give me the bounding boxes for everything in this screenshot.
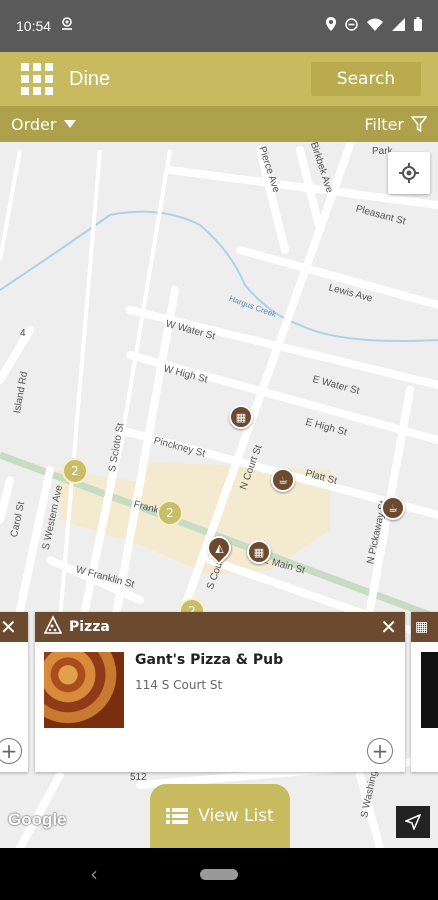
status-bar: 10:54 [0,0,438,52]
building-icon: ▦ [415,619,429,635]
location-status-icon [61,17,73,35]
pizza-icon: ◭ [214,541,224,555]
restaurant-photo [44,652,124,728]
back-icon[interactable]: ‹ [90,862,98,886]
filter-button[interactable]: Filter [364,115,427,134]
status-icons [326,17,422,35]
restaurant-card[interactable]: Pizza ✕ Gant's Pizza & Pub 114 S Court S… [35,612,405,772]
restaurant-photo [421,652,438,728]
restaurant-marker[interactable]: ☕ [381,496,405,520]
next-card[interactable]: ▦ [411,612,438,772]
view-list-label: View List [198,806,274,826]
gps-icon [326,17,336,35]
restaurant-name[interactable]: Gant's Pizza & Pub [135,652,283,668]
route-label: 4 [20,328,26,339]
my-location-button[interactable] [388,152,430,194]
restaurant-address: 114 S Court St [135,678,223,692]
card-header: ✕ [0,612,28,642]
building-icon: ▦ [253,545,265,559]
card-header: ▦ [411,612,438,642]
add-icon[interactable]: + [367,738,393,764]
card-header: Pizza ✕ [35,612,405,642]
card-category: Pizza [69,619,110,635]
google-logo: Google [8,810,67,829]
result-carousel[interactable]: ✕ + Pizza ✕ Gant's Pizza & Pub 114 S Cou… [0,612,438,772]
status-time: 10:54 [16,18,52,34]
filter-label: Filter [364,114,404,134]
search-button[interactable]: Search [311,62,421,96]
page-title: Dine [69,67,111,90]
close-icon[interactable]: ✕ [0,615,17,639]
mug-icon: ☕ [278,473,288,487]
route-label: 512 [130,772,147,783]
crosshair-icon [399,163,419,183]
battery-icon [414,17,422,35]
restaurant-marker[interactable]: ☕ [271,468,295,492]
system-nav-bar: ‹ [0,848,438,900]
map-cluster[interactable]: 2 [157,500,183,526]
building-icon: ▦ [235,410,247,424]
restaurant-marker[interactable]: ▦ [229,405,253,429]
home-pill[interactable] [200,869,238,880]
list-icon [166,808,189,824]
add-icon[interactable]: + [0,738,22,764]
map-cluster[interactable]: 2 [62,458,88,484]
order-dropdown[interactable]: Order [11,114,77,134]
funnel-icon [411,116,427,132]
directions-button[interactable] [396,806,430,838]
close-icon[interactable]: ✕ [380,615,397,639]
coffee-icon: ☕ [388,501,398,515]
order-label: Order [11,114,57,134]
sort-filter-bar: Order Filter [0,106,438,142]
dnd-icon [345,17,358,35]
wifi-icon [367,18,383,35]
caret-down-icon [64,120,77,128]
previous-card[interactable]: ✕ + [0,612,28,772]
view-list-button[interactable]: View List [150,784,290,848]
restaurant-marker[interactable]: ▦ [247,540,271,564]
menu-grid-icon[interactable] [21,63,53,95]
app-header: Dine Search [0,52,438,106]
navigation-arrow-icon [405,814,421,830]
pizza-slice-icon [43,615,63,639]
signal-icon [392,17,405,35]
